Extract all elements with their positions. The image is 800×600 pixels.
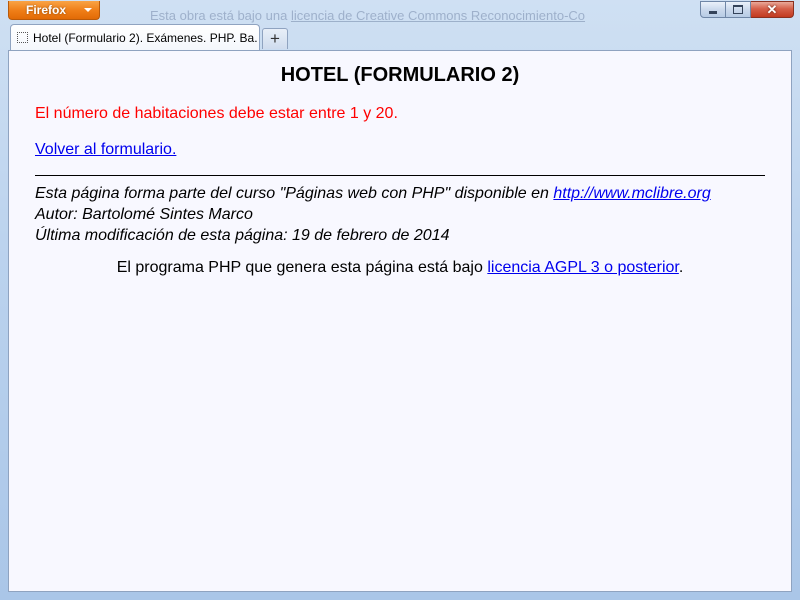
error-message: El número de habitaciones debe estar ent… [35, 105, 398, 122]
browser-window: Esta obra está bajo una licencia de Crea… [0, 0, 800, 600]
license-line: El programa PHP que genera esta página e… [9, 259, 791, 277]
close-button[interactable]: ✕ [751, 1, 794, 18]
tab-title: Hotel (Formulario 2). Exámenes. PHP. Ba.… [33, 31, 258, 45]
license-suffix: . [678, 259, 684, 276]
maximize-icon [733, 5, 743, 14]
window-controls: ✕ [700, 1, 794, 20]
background-window-text: Esta obra está bajo una licencia de Crea… [150, 8, 585, 23]
background-text-prefix: Esta obra está bajo una [150, 8, 288, 23]
license-text: El programa PHP que genera esta página e… [116, 259, 483, 276]
agpl-license-link[interactable]: licencia AGPL 3 o posterior [487, 259, 679, 276]
maximize-button[interactable] [726, 1, 751, 18]
page-favicon-icon [17, 32, 28, 43]
firefox-menu-label: Firefox [26, 3, 67, 17]
page-title: HOTEL (FORMULARIO 2) [280, 64, 520, 86]
mclibre-link[interactable]: http://www.mclibre.org [553, 185, 710, 202]
title-bar: Esta obra está bajo una licencia de Crea… [0, 0, 800, 24]
back-to-form-link[interactable]: Volver al formulario. [35, 141, 176, 159]
plus-icon: + [270, 29, 280, 48]
last-modified-line: Última modificación de esta página: 19 d… [35, 227, 450, 244]
tab-strip: Hotel (Formulario 2). Exámenes. PHP. Ba.… [0, 24, 800, 50]
footer-info: Esta página forma parte del curso "Págin… [35, 183, 711, 246]
tab-hotel-formulario[interactable]: Hotel (Formulario 2). Exámenes. PHP. Ba.… [10, 24, 260, 50]
minimize-icon [709, 11, 717, 14]
course-line: Esta página forma parte del curso "Págin… [35, 183, 711, 204]
new-tab-button[interactable]: + [262, 28, 288, 49]
minimize-button[interactable] [700, 1, 726, 18]
background-text-link: licencia de Creative Commons Reconocimie… [290, 8, 586, 23]
chevron-down-icon [84, 8, 92, 12]
author-line: Autor: Bartolomé Sintes Marco [35, 206, 253, 223]
close-icon: ✕ [766, 2, 778, 17]
horizontal-rule [35, 175, 765, 176]
course-text: Esta página forma parte del curso "Págin… [35, 185, 549, 202]
firefox-menu-button[interactable]: Firefox [8, 1, 100, 20]
page-content: HOTEL (FORMULARIO 2) El número de habita… [8, 50, 792, 592]
